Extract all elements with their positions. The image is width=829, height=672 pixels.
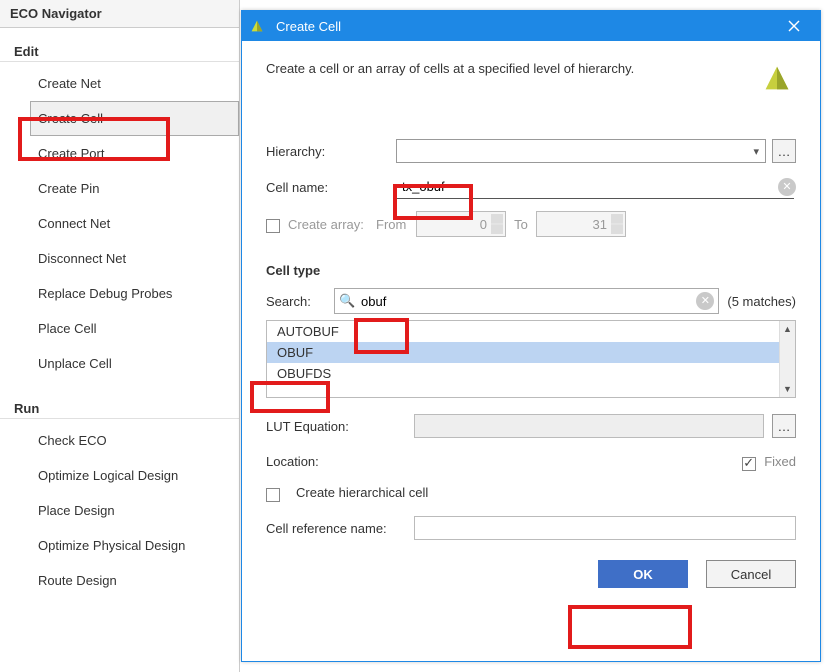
panel-title: ECO Navigator: [0, 0, 239, 28]
create-hier-checkbox[interactable]: [266, 488, 280, 502]
list-item[interactable]: OBUFDS: [267, 363, 779, 384]
list-item[interactable]: OBUF: [267, 342, 779, 363]
cellname-input[interactable]: [396, 175, 794, 199]
nav-place-cell[interactable]: Place Cell: [30, 311, 239, 346]
list-item[interactable]: AUTOBUF: [267, 321, 779, 342]
app-icon: [248, 17, 266, 35]
nav-opt-logical[interactable]: Optimize Logical Design: [30, 458, 239, 493]
to-spinner[interactable]: 31: [536, 211, 626, 237]
vendor-logo-icon: [758, 59, 796, 97]
hierarchy-browse-button[interactable]: …: [772, 139, 796, 163]
nav-list-run: Check ECO Optimize Logical Design Place …: [0, 419, 239, 602]
from-spinner[interactable]: 0: [416, 211, 506, 237]
dialog-description: Create a cell or an array of cells at a …: [266, 59, 748, 76]
scroll-down-icon[interactable]: ▼: [780, 381, 795, 397]
hierarchy-combo[interactable]: ▾: [396, 139, 766, 163]
nav-create-pin[interactable]: Create Pin: [30, 171, 239, 206]
section-header-edit: Edit: [0, 38, 239, 62]
ok-button[interactable]: OK: [598, 560, 688, 588]
eco-navigator-panel: ECO Navigator Edit Create Net Create Cel…: [0, 0, 240, 672]
lut-field[interactable]: [414, 414, 764, 438]
dialog-title: Create Cell: [270, 19, 774, 34]
location-label: Location:: [266, 454, 406, 469]
fixed-checkbox[interactable]: [742, 457, 756, 471]
lut-more-button[interactable]: …: [772, 414, 796, 438]
nav-unplace-cell[interactable]: Unplace Cell: [30, 346, 239, 381]
nav-place-design[interactable]: Place Design: [30, 493, 239, 528]
section-header-run: Run: [0, 395, 239, 419]
chevron-down-icon: ▾: [753, 145, 759, 158]
createarray-checkbox[interactable]: [266, 219, 280, 233]
nav-check-eco[interactable]: Check ECO: [30, 423, 239, 458]
scrollbar[interactable]: ▲ ▼: [779, 321, 795, 397]
createarray-label: Create array:: [288, 217, 376, 232]
search-box: 🔍 ✕: [334, 288, 719, 314]
dialog-body: Create a cell or an array of cells at a …: [242, 41, 820, 661]
create-cell-dialog: Create Cell Create a cell or an array of…: [241, 10, 821, 662]
cellref-label: Cell reference name:: [266, 521, 406, 536]
dialog-titlebar[interactable]: Create Cell: [242, 11, 820, 41]
nav-list-edit: Create Net Create Cell Create Port Creat…: [0, 62, 239, 385]
hierarchy-label: Hierarchy:: [266, 144, 396, 159]
close-button[interactable]: [774, 11, 814, 41]
create-hier-label: Create hierarchical cell: [296, 485, 428, 500]
nav-disconnect-net[interactable]: Disconnect Net: [30, 241, 239, 276]
nav-opt-physical[interactable]: Optimize Physical Design: [30, 528, 239, 563]
search-input[interactable]: [359, 293, 692, 310]
cellname-clear-button[interactable]: ✕: [778, 178, 796, 196]
nav-replace-debug-probes[interactable]: Replace Debug Probes: [30, 276, 239, 311]
nav-create-cell[interactable]: Create Cell: [30, 101, 239, 136]
lut-label: LUT Equation:: [266, 419, 406, 434]
fixed-label: Fixed: [764, 454, 796, 469]
cellname-label: Cell name:: [266, 180, 396, 195]
cellref-input[interactable]: [414, 516, 796, 540]
nav-route-design[interactable]: Route Design: [30, 563, 239, 598]
celltype-list[interactable]: AUTOBUF OBUF OBUFDS ▲ ▼: [266, 320, 796, 398]
search-icon: 🔍: [339, 293, 355, 309]
nav-connect-net[interactable]: Connect Net: [30, 206, 239, 241]
close-icon: [788, 20, 800, 32]
from-label: From: [376, 217, 416, 232]
search-label: Search:: [266, 294, 326, 309]
cancel-button[interactable]: Cancel: [706, 560, 796, 588]
nav-create-port[interactable]: Create Port: [30, 136, 239, 171]
nav-create-net[interactable]: Create Net: [30, 66, 239, 101]
to-label: To: [506, 217, 536, 232]
search-clear-button[interactable]: ✕: [696, 292, 714, 310]
celltype-header: Cell type: [266, 263, 796, 278]
scroll-up-icon[interactable]: ▲: [780, 321, 795, 337]
search-matches: (5 matches): [727, 294, 796, 309]
